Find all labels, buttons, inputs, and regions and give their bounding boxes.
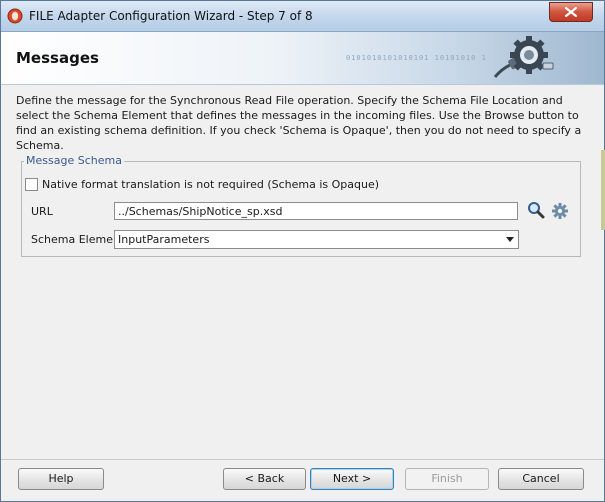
url-input[interactable]: [114, 202, 518, 220]
next-button[interactable]: Next >: [310, 468, 394, 490]
url-label: URL: [31, 205, 53, 218]
adapter-gear-plug-icon: [481, 33, 561, 84]
back-button[interactable]: < Back: [223, 468, 306, 490]
close-x-icon: [565, 7, 577, 17]
magnifier-search-icon[interactable]: [527, 201, 545, 219]
step-description: Define the message for the Synchronous R…: [16, 94, 582, 152]
close-button[interactable]: [549, 2, 593, 22]
schema-opaque-checkbox[interactable]: [25, 178, 38, 191]
finish-button[interactable]: Finish: [405, 468, 489, 490]
message-schema-legend: Message Schema: [24, 154, 124, 167]
wizard-header: Messages 0101010101010101 10101010 1: [1, 32, 604, 85]
title-bar: FILE Adapter Configuration Wizard - Step…: [1, 1, 604, 32]
help-button[interactable]: Help: [18, 468, 104, 490]
footer-separator: [1, 459, 604, 460]
background-window-edge: [601, 150, 605, 230]
page-title: Messages: [16, 49, 99, 67]
chevron-down-icon: [506, 237, 514, 242]
schema-element-value: InputParameters: [118, 233, 210, 246]
window-title: FILE Adapter Configuration Wizard - Step…: [29, 9, 313, 23]
gear-icon[interactable]: [551, 202, 569, 220]
schema-element-dropdown[interactable]: InputParameters: [114, 230, 519, 249]
header-decoration-binary: 0101010101010101 10101010 1: [346, 54, 487, 62]
oracle-app-icon: [7, 8, 23, 24]
cancel-button[interactable]: Cancel: [498, 468, 584, 490]
wizard-window: FILE Adapter Configuration Wizard - Step…: [0, 0, 605, 502]
schema-element-label: Schema Element: [31, 233, 125, 246]
schema-opaque-label[interactable]: Native format translation is not require…: [42, 178, 379, 191]
